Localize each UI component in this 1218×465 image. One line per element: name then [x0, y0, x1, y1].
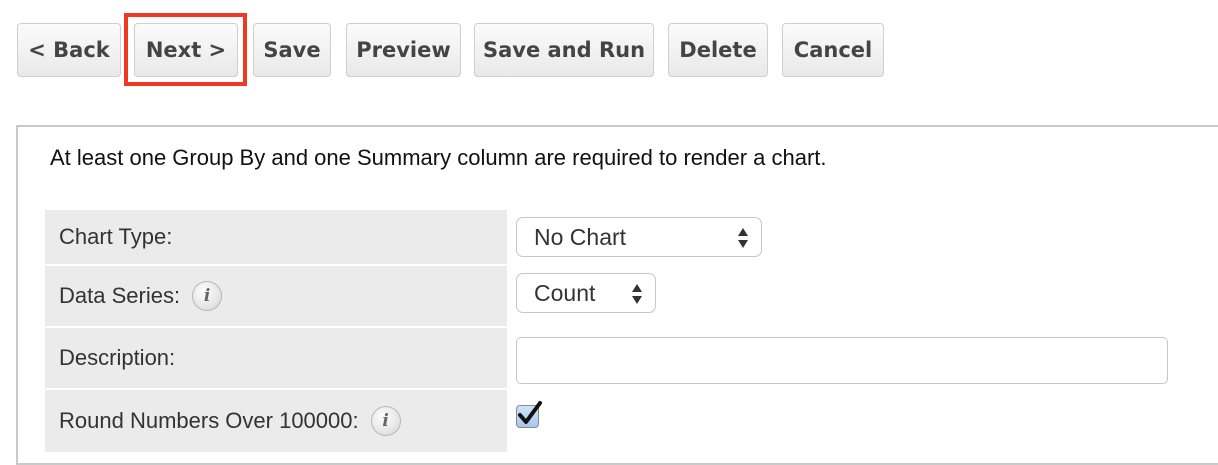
preview-button[interactable]: Preview: [346, 23, 461, 77]
data-series-label: Data Series:: [59, 283, 181, 308]
chart-type-select[interactable]: No Chart: [516, 217, 762, 257]
select-arrows-icon: [632, 284, 642, 304]
chart-type-label-cell: Chart Type:: [45, 210, 507, 264]
chart-type-label: Chart Type:: [59, 224, 173, 249]
save-button[interactable]: Save: [253, 23, 331, 77]
round-numbers-label-cell: Round Numbers Over 100000: i: [45, 390, 507, 452]
info-icon[interactable]: i: [370, 406, 401, 436]
back-button[interactable]: < Back: [17, 23, 121, 77]
chart-type-value: No Chart: [534, 223, 627, 250]
data-series-select[interactable]: Count: [516, 273, 656, 313]
description-field[interactable]: [516, 337, 1168, 384]
chart-requirement-notice: At least one Group By and one Summary co…: [50, 145, 827, 170]
data-series-label-cell: Data Series: i: [45, 266, 507, 326]
next-button-highlight: [124, 13, 247, 86]
description-label: Description:: [59, 345, 176, 370]
info-icon[interactable]: i: [192, 281, 223, 311]
checkmark-icon: [518, 401, 542, 424]
round-numbers-label: Round Numbers Over 100000:: [59, 408, 359, 433]
description-label-cell: Description:: [45, 328, 507, 388]
data-series-value: Count: [534, 279, 596, 306]
delete-button[interactable]: Delete: [668, 23, 768, 77]
cancel-button[interactable]: Cancel: [782, 23, 884, 77]
select-arrows-icon: [738, 228, 748, 248]
round-numbers-checkbox[interactable]: [516, 401, 542, 428]
save-and-run-button[interactable]: Save and Run: [474, 23, 654, 77]
